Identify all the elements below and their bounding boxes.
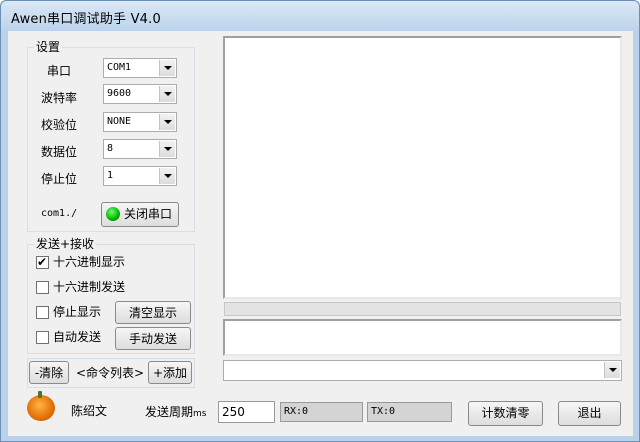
- hex-send-checkbox[interactable]: [36, 281, 49, 294]
- cmd-list-button[interactable]: <命令列表>: [72, 363, 148, 383]
- stopbits-select-value: 1: [107, 170, 114, 181]
- rx-counter: RX:0: [280, 402, 363, 422]
- databits-select[interactable]: 8: [103, 139, 177, 159]
- exit-button[interactable]: 退出: [558, 401, 621, 426]
- hex-display-label: 十六进制显示: [53, 255, 126, 269]
- horizontal-scrollbar[interactable]: [224, 302, 621, 316]
- chevron-down-icon[interactable]: [159, 114, 175, 130]
- hex-display-checkbox[interactable]: ✔: [36, 255, 49, 269]
- tx-counter: TX:0: [367, 402, 452, 422]
- window-title: Awen串口调试助手 V4.0: [11, 12, 161, 27]
- baud-select-value: 9600: [107, 88, 132, 99]
- send-period-text: 发送周期: [145, 405, 194, 419]
- close-port-button[interactable]: 关闭串口: [101, 202, 179, 227]
- send-period-input[interactable]: 250: [218, 401, 275, 423]
- parity-select-value: NONE: [107, 116, 132, 127]
- cmd-clear-button[interactable]: -清除: [29, 361, 69, 384]
- app-window: Awen串口调试助手 V4.0 设置 串口 COM1 波特率 9600 校验位 …: [0, 0, 640, 442]
- client-area: 设置 串口 COM1 波特率 9600 校验位 NONE 数据位 8 停止位 1…: [8, 31, 633, 436]
- send-period-unit: ms: [193, 409, 207, 419]
- receive-area[interactable]: [223, 36, 622, 299]
- clear-display-button[interactable]: 清空显示: [115, 301, 191, 324]
- baud-select[interactable]: 9600: [103, 84, 177, 104]
- command-history-select[interactable]: [223, 360, 622, 381]
- chevron-down-icon[interactable]: [159, 141, 175, 157]
- chevron-down-icon[interactable]: [604, 362, 620, 378]
- chevron-down-icon[interactable]: [159, 168, 175, 184]
- stop-display-label: 停止显示: [53, 305, 102, 319]
- parity-label: 校验位: [41, 118, 78, 132]
- author-label: 陈绍文: [71, 404, 108, 418]
- close-port-label: 关闭串口: [123, 207, 172, 221]
- green-led-icon: [106, 207, 120, 221]
- send-input[interactable]: [223, 319, 622, 356]
- port-select[interactable]: COM1: [103, 58, 177, 78]
- databits-select-value: 8: [107, 143, 114, 154]
- baud-label: 波特率: [41, 91, 78, 105]
- checkmark-icon: ✔: [37, 255, 48, 269]
- sendrecv-group-title: 发送+接收: [34, 237, 97, 251]
- auto-send-checkbox[interactable]: [36, 331, 49, 344]
- stopbits-label: 停止位: [41, 172, 78, 186]
- stop-display-checkbox[interactable]: [36, 306, 49, 319]
- reset-count-button[interactable]: 计数清零: [468, 401, 543, 426]
- settings-group-title: 设置: [34, 40, 63, 54]
- port-label: 串口: [47, 64, 72, 78]
- manual-send-button[interactable]: 手动发送: [115, 327, 191, 350]
- auto-send-label: 自动发送: [53, 330, 102, 344]
- pumpkin-icon: [27, 391, 55, 421]
- stopbits-select[interactable]: 1: [103, 166, 177, 186]
- databits-label: 数据位: [41, 145, 78, 159]
- hex-send-label: 十六进制发送: [53, 280, 126, 294]
- chevron-down-icon[interactable]: [159, 60, 175, 76]
- title-bar[interactable]: Awen串口调试助手 V4.0: [1, 1, 639, 31]
- cmd-add-button[interactable]: +添加: [148, 361, 192, 384]
- send-period-label: 发送周期ms: [145, 405, 206, 421]
- port-status-text: com1./: [41, 208, 78, 219]
- port-select-value: COM1: [107, 62, 132, 73]
- chevron-down-icon[interactable]: [159, 86, 175, 102]
- parity-select[interactable]: NONE: [103, 112, 177, 132]
